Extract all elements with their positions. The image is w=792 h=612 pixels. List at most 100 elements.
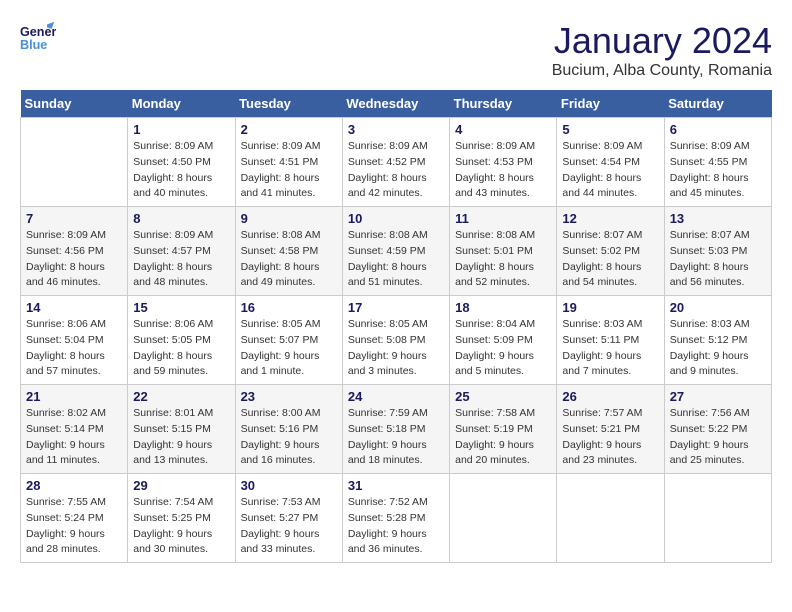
day-info: Sunrise: 8:06 AMSunset: 5:05 PMDaylight:…	[133, 317, 229, 380]
day-cell: 30 Sunrise: 7:53 AMSunset: 5:27 PMDaylig…	[235, 474, 342, 563]
day-info: Sunrise: 8:03 AMSunset: 5:12 PMDaylight:…	[670, 317, 766, 380]
day-number: 7	[26, 211, 122, 226]
header: General Blue January 2024 Bucium, Alba C…	[20, 20, 772, 80]
day-info: Sunrise: 8:01 AMSunset: 5:15 PMDaylight:…	[133, 406, 229, 469]
day-number: 24	[348, 389, 444, 404]
day-info: Sunrise: 8:09 AMSunset: 4:55 PMDaylight:…	[670, 139, 766, 202]
week-row-4: 21 Sunrise: 8:02 AMSunset: 5:14 PMDaylig…	[21, 385, 772, 474]
day-number: 30	[241, 478, 337, 493]
location-title: Bucium, Alba County, Romania	[552, 62, 772, 80]
day-info: Sunrise: 8:09 AMSunset: 4:54 PMDaylight:…	[562, 139, 658, 202]
day-cell: 3 Sunrise: 8:09 AMSunset: 4:52 PMDayligh…	[342, 118, 449, 207]
day-number: 10	[348, 211, 444, 226]
calendar-table: SundayMondayTuesdayWednesdayThursdayFrid…	[20, 90, 772, 563]
day-cell: 21 Sunrise: 8:02 AMSunset: 5:14 PMDaylig…	[21, 385, 128, 474]
day-info: Sunrise: 8:05 AMSunset: 5:07 PMDaylight:…	[241, 317, 337, 380]
day-cell: 15 Sunrise: 8:06 AMSunset: 5:05 PMDaylig…	[128, 296, 235, 385]
day-cell: 13 Sunrise: 8:07 AMSunset: 5:03 PMDaylig…	[664, 207, 771, 296]
day-info: Sunrise: 7:58 AMSunset: 5:19 PMDaylight:…	[455, 406, 551, 469]
day-number: 9	[241, 211, 337, 226]
day-info: Sunrise: 7:53 AMSunset: 5:27 PMDaylight:…	[241, 495, 337, 558]
day-info: Sunrise: 8:09 AMSunset: 4:53 PMDaylight:…	[455, 139, 551, 202]
day-info: Sunrise: 8:08 AMSunset: 4:59 PMDaylight:…	[348, 228, 444, 291]
day-info: Sunrise: 7:54 AMSunset: 5:25 PMDaylight:…	[133, 495, 229, 558]
day-cell: 14 Sunrise: 8:06 AMSunset: 5:04 PMDaylig…	[21, 296, 128, 385]
day-cell: 26 Sunrise: 7:57 AMSunset: 5:21 PMDaylig…	[557, 385, 664, 474]
day-cell: 17 Sunrise: 8:05 AMSunset: 5:08 PMDaylig…	[342, 296, 449, 385]
day-cell	[557, 474, 664, 563]
day-cell	[21, 118, 128, 207]
day-header-tuesday: Tuesday	[235, 90, 342, 118]
day-cell: 8 Sunrise: 8:09 AMSunset: 4:57 PMDayligh…	[128, 207, 235, 296]
page-container: General Blue January 2024 Bucium, Alba C…	[20, 20, 772, 563]
header-row: SundayMondayTuesdayWednesdayThursdayFrid…	[21, 90, 772, 118]
day-cell: 18 Sunrise: 8:04 AMSunset: 5:09 PMDaylig…	[450, 296, 557, 385]
day-number: 21	[26, 389, 122, 404]
day-number: 11	[455, 211, 551, 226]
day-info: Sunrise: 8:09 AMSunset: 4:52 PMDaylight:…	[348, 139, 444, 202]
day-number: 1	[133, 122, 229, 137]
day-info: Sunrise: 8:08 AMSunset: 5:01 PMDaylight:…	[455, 228, 551, 291]
svg-text:Blue: Blue	[20, 38, 47, 52]
logo-icon: General Blue	[20, 20, 56, 56]
day-number: 23	[241, 389, 337, 404]
week-row-2: 7 Sunrise: 8:09 AMSunset: 4:56 PMDayligh…	[21, 207, 772, 296]
day-number: 28	[26, 478, 122, 493]
day-cell: 29 Sunrise: 7:54 AMSunset: 5:25 PMDaylig…	[128, 474, 235, 563]
day-number: 20	[670, 300, 766, 315]
day-cell	[450, 474, 557, 563]
day-cell: 22 Sunrise: 8:01 AMSunset: 5:15 PMDaylig…	[128, 385, 235, 474]
day-number: 8	[133, 211, 229, 226]
day-number: 19	[562, 300, 658, 315]
day-info: Sunrise: 8:09 AMSunset: 4:51 PMDaylight:…	[241, 139, 337, 202]
day-cell: 16 Sunrise: 8:05 AMSunset: 5:07 PMDaylig…	[235, 296, 342, 385]
day-number: 17	[348, 300, 444, 315]
day-number: 14	[26, 300, 122, 315]
day-cell: 1 Sunrise: 8:09 AMSunset: 4:50 PMDayligh…	[128, 118, 235, 207]
day-info: Sunrise: 8:03 AMSunset: 5:11 PMDaylight:…	[562, 317, 658, 380]
day-cell: 19 Sunrise: 8:03 AMSunset: 5:11 PMDaylig…	[557, 296, 664, 385]
day-cell: 9 Sunrise: 8:08 AMSunset: 4:58 PMDayligh…	[235, 207, 342, 296]
day-number: 25	[455, 389, 551, 404]
day-info: Sunrise: 8:08 AMSunset: 4:58 PMDaylight:…	[241, 228, 337, 291]
day-cell: 12 Sunrise: 8:07 AMSunset: 5:02 PMDaylig…	[557, 207, 664, 296]
day-cell: 10 Sunrise: 8:08 AMSunset: 4:59 PMDaylig…	[342, 207, 449, 296]
day-info: Sunrise: 8:00 AMSunset: 5:16 PMDaylight:…	[241, 406, 337, 469]
day-info: Sunrise: 7:57 AMSunset: 5:21 PMDaylight:…	[562, 406, 658, 469]
day-header-thursday: Thursday	[450, 90, 557, 118]
day-number: 26	[562, 389, 658, 404]
day-info: Sunrise: 8:09 AMSunset: 4:57 PMDaylight:…	[133, 228, 229, 291]
logo: General Blue	[20, 20, 56, 56]
day-cell: 28 Sunrise: 7:55 AMSunset: 5:24 PMDaylig…	[21, 474, 128, 563]
day-info: Sunrise: 8:05 AMSunset: 5:08 PMDaylight:…	[348, 317, 444, 380]
day-number: 5	[562, 122, 658, 137]
day-cell	[664, 474, 771, 563]
day-number: 3	[348, 122, 444, 137]
day-cell: 6 Sunrise: 8:09 AMSunset: 4:55 PMDayligh…	[664, 118, 771, 207]
day-info: Sunrise: 7:59 AMSunset: 5:18 PMDaylight:…	[348, 406, 444, 469]
day-cell: 31 Sunrise: 7:52 AMSunset: 5:28 PMDaylig…	[342, 474, 449, 563]
day-number: 18	[455, 300, 551, 315]
week-row-1: 1 Sunrise: 8:09 AMSunset: 4:50 PMDayligh…	[21, 118, 772, 207]
day-info: Sunrise: 8:09 AMSunset: 4:50 PMDaylight:…	[133, 139, 229, 202]
day-header-saturday: Saturday	[664, 90, 771, 118]
day-cell: 27 Sunrise: 7:56 AMSunset: 5:22 PMDaylig…	[664, 385, 771, 474]
day-cell: 4 Sunrise: 8:09 AMSunset: 4:53 PMDayligh…	[450, 118, 557, 207]
day-info: Sunrise: 8:09 AMSunset: 4:56 PMDaylight:…	[26, 228, 122, 291]
day-info: Sunrise: 8:02 AMSunset: 5:14 PMDaylight:…	[26, 406, 122, 469]
day-header-monday: Monday	[128, 90, 235, 118]
month-title: January 2024	[552, 20, 772, 62]
day-cell: 24 Sunrise: 7:59 AMSunset: 5:18 PMDaylig…	[342, 385, 449, 474]
day-info: Sunrise: 7:56 AMSunset: 5:22 PMDaylight:…	[670, 406, 766, 469]
day-info: Sunrise: 7:52 AMSunset: 5:28 PMDaylight:…	[348, 495, 444, 558]
day-number: 6	[670, 122, 766, 137]
week-row-5: 28 Sunrise: 7:55 AMSunset: 5:24 PMDaylig…	[21, 474, 772, 563]
day-number: 22	[133, 389, 229, 404]
day-number: 16	[241, 300, 337, 315]
week-row-3: 14 Sunrise: 8:06 AMSunset: 5:04 PMDaylig…	[21, 296, 772, 385]
day-cell: 11 Sunrise: 8:08 AMSunset: 5:01 PMDaylig…	[450, 207, 557, 296]
day-info: Sunrise: 8:04 AMSunset: 5:09 PMDaylight:…	[455, 317, 551, 380]
day-info: Sunrise: 8:07 AMSunset: 5:02 PMDaylight:…	[562, 228, 658, 291]
day-cell: 25 Sunrise: 7:58 AMSunset: 5:19 PMDaylig…	[450, 385, 557, 474]
day-cell: 23 Sunrise: 8:00 AMSunset: 5:16 PMDaylig…	[235, 385, 342, 474]
